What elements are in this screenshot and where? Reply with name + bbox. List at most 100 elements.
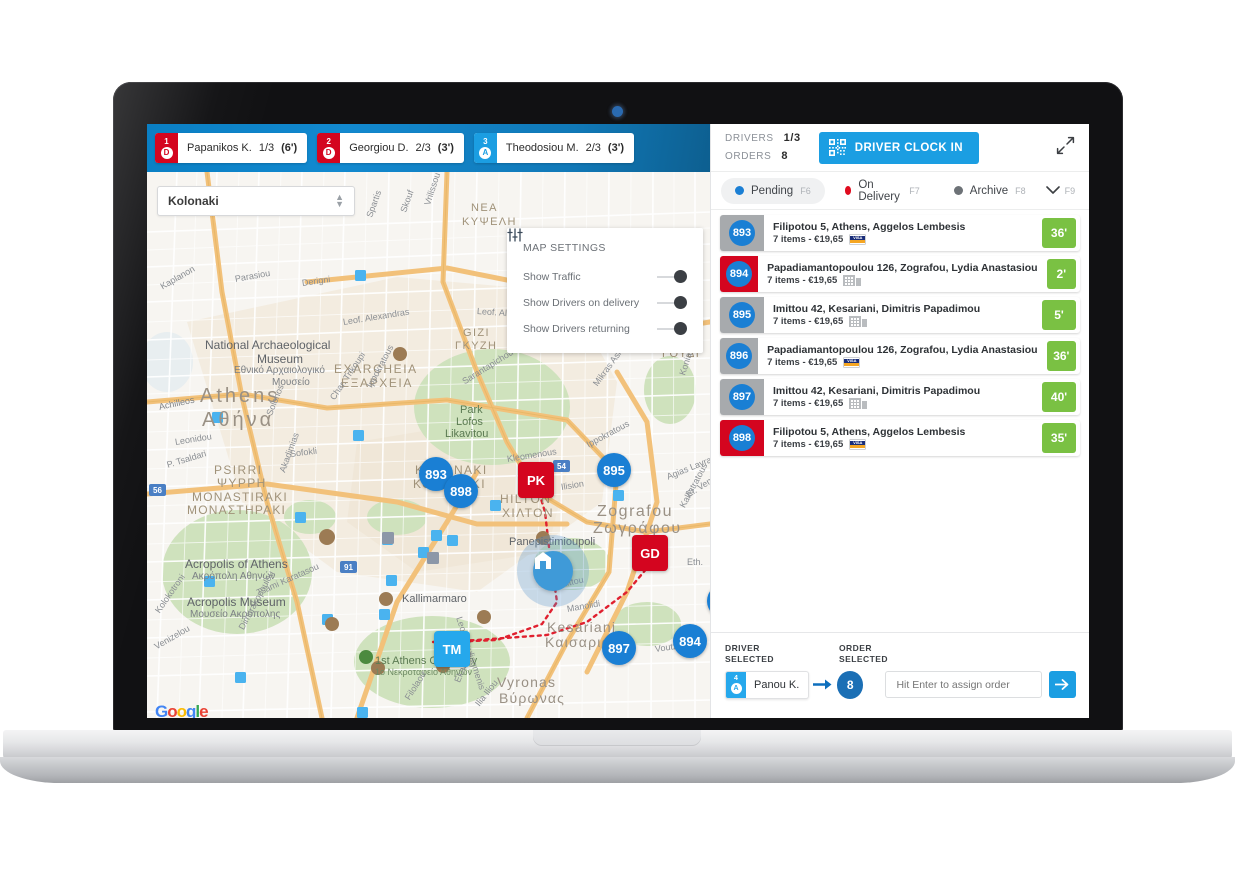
store-marker[interactable] [533, 551, 573, 591]
order-row[interactable]: 897 Imittou 42, Kesariani, Dimitris Papad… [720, 379, 1080, 415]
driver-name: Papanikos K. [187, 142, 252, 154]
setting-label: Show Drivers returning [523, 322, 630, 335]
order-row[interactable]: 893 Filipotou 5, Athens, Aggelos Lembesis… [720, 215, 1080, 251]
tab-pending[interactable]: Pending F6 [721, 177, 825, 204]
order-details: Imittou 42, Kesariani, Dimitris Papadimo… [764, 297, 1042, 333]
order-items-total: 7 items - €19,65 [773, 398, 844, 409]
assign-submit-button[interactable] [1049, 671, 1076, 699]
orders-stat-value: 8 [781, 149, 789, 162]
order-status-block: 897 [720, 379, 764, 415]
setting-label: Show Traffic [523, 270, 581, 283]
assign-order-input[interactable] [885, 671, 1043, 699]
area-select[interactable]: Kolonaki ▲ ▼ [157, 186, 355, 216]
order-row[interactable]: 894 Papadiamantopoulou 126, Zografou, Lyd… [720, 256, 1080, 292]
order-meta: 7 items - €19,65 [773, 316, 1033, 327]
google-watermark: Google [155, 702, 209, 718]
area-select-value: Kolonaki [168, 194, 219, 208]
panel-stats: DRIVERS 1/3 ORDERS 8 [725, 130, 801, 164]
laptop-base-notch [533, 730, 701, 746]
visa-card-icon: VISA [843, 357, 861, 368]
order-items-total: 7 items - €19,65 [773, 234, 844, 245]
expand-icon[interactable] [1056, 136, 1075, 160]
order-marker-897[interactable]: 897 [602, 631, 636, 665]
order-id-badge: 897 [729, 384, 755, 410]
driver-chip-3[interactable]: 3 A Theodosiou M. 2/3 (3') [473, 133, 634, 163]
orders-pane: DRIVERS 1/3 ORDERS 8 DRIVER CLOCK IN Pen… [710, 124, 1089, 718]
map-pane: 1 D Papanikos K. 1/3 (6') 2 D Georgiou D… [147, 124, 710, 718]
order-address: Papadiamantopoulou 126, Zografou, Lydia … [767, 262, 1038, 274]
map-canvas[interactable]: National Archaeological Museum Εθνικό Αρχα… [147, 172, 710, 718]
order-marker-894[interactable]: 894 [673, 624, 707, 658]
webcam-icon [612, 106, 623, 117]
status-dot-icon [953, 186, 963, 195]
order-list[interactable]: 893 Filipotou 5, Athens, Aggelos Lembesis… [711, 210, 1089, 615]
driver-number: 2 [326, 136, 331, 146]
selected-driver-chip[interactable]: 4 A Panou K. [725, 670, 809, 699]
selected-driver-letter: A [730, 683, 742, 695]
selected-order-count[interactable]: 8 [836, 670, 864, 699]
collapse-shortcut: F9 [1064, 185, 1076, 196]
tab-label: Pending [751, 184, 794, 197]
driver-letter: D [322, 146, 335, 159]
driver-info-3: Theodosiou M. 2/3 (3') [497, 133, 634, 163]
pos-terminal-icon [849, 398, 868, 409]
road-shield: 91 [340, 561, 357, 573]
order-meta: 7 items - €19,65 [767, 275, 1038, 286]
collapse-tabs-button[interactable]: F9 [1045, 185, 1082, 196]
map-settings-panel[interactable]: MAP SETTINGS Show Traffic Show Drivers o… [507, 228, 703, 353]
selected-driver-number: 4 [734, 675, 738, 683]
order-id-badge: 898 [729, 425, 755, 451]
driver-marker-TM[interactable]: TM [434, 631, 470, 667]
order-id-badge: 895 [729, 302, 755, 328]
pos-terminal-icon [849, 316, 868, 327]
toggle-switch[interactable] [657, 322, 687, 335]
driver-marker-GD[interactable]: GD [632, 535, 668, 571]
order-items-total: 7 items - €19,65 [767, 357, 838, 368]
status-dot-icon [844, 186, 852, 195]
road-shield: 54 [553, 460, 570, 472]
order-meta: 7 items - €19,65 [773, 398, 1033, 409]
drivers-stat-value: 1/3 [783, 132, 801, 145]
order-row[interactable]: 896 Papadiamantopoulou 126, Zografou, Lyd… [720, 338, 1080, 374]
order-status-block: 894 [720, 256, 759, 292]
driver-ratio: 1/3 [258, 142, 275, 154]
order-items-total: 7 items - €19,65 [767, 275, 838, 286]
driver-eta: (3') [607, 142, 624, 154]
selected-driver-badge: 4 A [726, 671, 746, 698]
driver-badge-3: 3 A [473, 133, 497, 163]
order-marker-898[interactable]: 898 [444, 474, 478, 508]
arrow-right-icon [1055, 679, 1069, 691]
tab-label: Archive [969, 184, 1009, 197]
driver-topbar: 1 D Papanikos K. 1/3 (6') 2 D Georgiou D… [147, 124, 710, 172]
order-address: Filipotou 5, Athens, Aggelos Lembesis [773, 221, 966, 233]
toggle-switch[interactable] [657, 270, 687, 283]
drivers-stat: DRIVERS 1/3 [725, 130, 801, 147]
setting-show-drivers-returning[interactable]: Show Drivers returning [523, 322, 687, 335]
driver-selected-label: DRIVER SELECTED [725, 643, 839, 666]
order-row[interactable]: 895 Imittou 42, Kesariani, Dimitris Papad… [720, 297, 1080, 333]
setting-show-traffic[interactable]: Show Traffic [523, 270, 687, 283]
sliders-icon[interactable] [507, 228, 523, 242]
tab-label: On Delivery [858, 178, 900, 203]
setting-show-drivers-on-delivery[interactable]: Show Drivers on delivery [523, 296, 687, 309]
driver-eta: (3') [437, 142, 454, 154]
driver-chip-1[interactable]: 1 D Papanikos K. 1/3 (6') [155, 133, 308, 163]
driver-badge-2: 2 D [317, 133, 341, 163]
order-marker-895[interactable]: 895 [597, 453, 631, 487]
map-settings-title: MAP SETTINGS [523, 242, 606, 254]
toggle-switch[interactable] [657, 296, 687, 309]
order-meta: 7 items - €19,65 VISA [773, 234, 1033, 245]
driver-clock-in-button[interactable]: DRIVER CLOCK IN [818, 131, 979, 164]
driver-number: 3 [483, 136, 488, 146]
order-row[interactable]: 898 Filipotou 5, Athens, Aggelos Lembesis… [720, 420, 1080, 456]
tab-on-delivery[interactable]: On Delivery F7 [831, 178, 934, 204]
driver-eta: (6') [281, 142, 298, 154]
order-items-total: 7 items - €19,65 [773, 439, 844, 450]
drivers-stat-label: DRIVERS [725, 133, 774, 145]
driver-chip-2[interactable]: 2 D Georgiou D. 2/3 (3') [317, 133, 464, 163]
tab-archive[interactable]: Archive F8 [940, 178, 1040, 204]
driver-marker-PK[interactable]: PK [518, 462, 554, 498]
order-details: Papadiamantopoulou 126, Zografou, Lydia … [758, 256, 1047, 292]
selected-driver-name: Panou K. [754, 678, 800, 691]
order-selected-label: ORDER SELECTED [839, 643, 888, 666]
